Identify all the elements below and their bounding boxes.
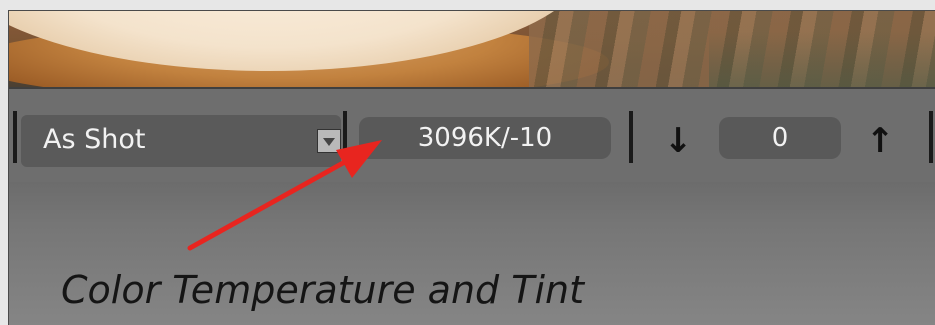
increase-arrow-icon[interactable]: ↑ <box>865 119 895 163</box>
white-balance-preset-label: As Shot <box>43 124 146 155</box>
toolbar-separator <box>629 111 633 163</box>
panel-lower-area: Color Temperature and Tint <box>9 182 935 325</box>
temperature-tint-field[interactable]: 3096K/-10 <box>359 117 611 159</box>
exposure-value-field[interactable]: 0 <box>719 117 841 159</box>
white-balance-toolbar: As Shot 3096K/-10 ↓ 0 ↑ <box>9 87 935 184</box>
photo-preview <box>9 11 935 87</box>
toolbar-separator <box>13 111 17 163</box>
dropdown-arrow-icon[interactable] <box>317 129 341 153</box>
toolbar-separator <box>929 111 933 163</box>
photo-cloth-shadow <box>709 31 935 87</box>
image-editor-panel: As Shot 3096K/-10 ↓ 0 ↑ Color Temperatur… <box>8 10 935 325</box>
annotation-caption: Color Temperature and Tint <box>61 268 585 312</box>
white-balance-preset-select[interactable]: As Shot <box>21 115 341 167</box>
decrease-arrow-icon[interactable]: ↓ <box>663 119 693 163</box>
toolbar-separator <box>343 111 347 163</box>
